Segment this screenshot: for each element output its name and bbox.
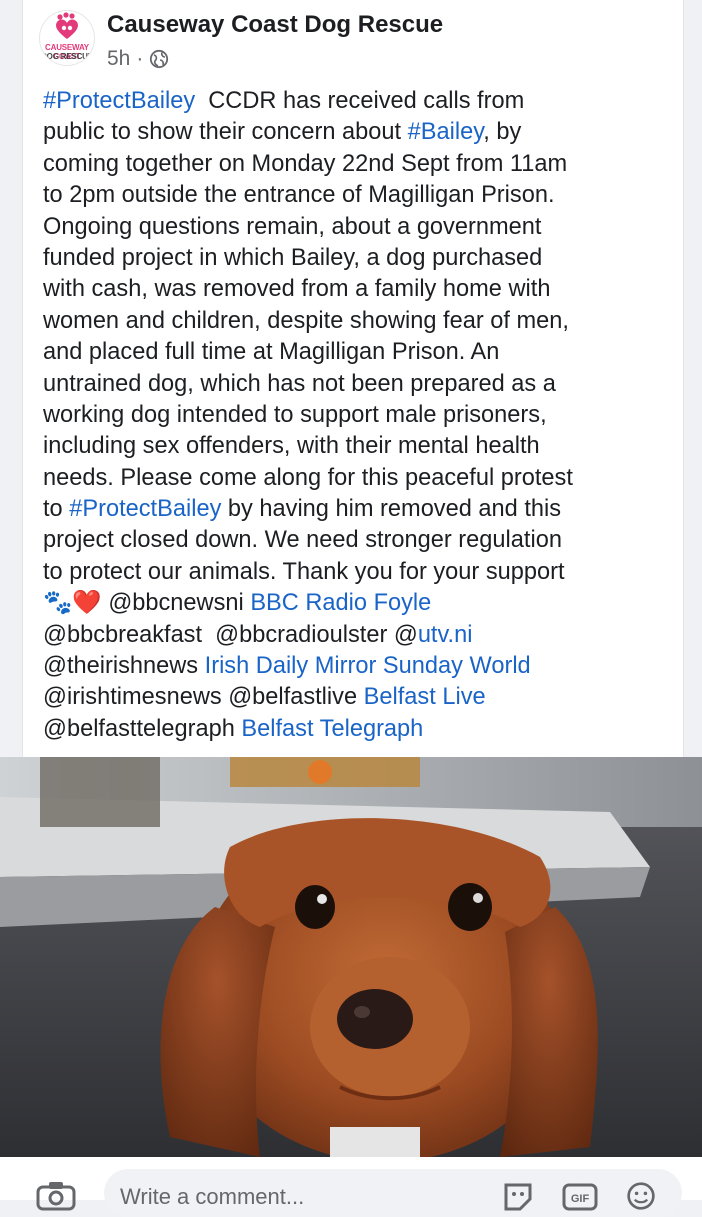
hashtag-link[interactable]: #ProtectBailey <box>69 496 221 522</box>
hashtag-link[interactable]: #ProtectBailey <box>43 88 195 114</box>
emoji-icon[interactable] <box>624 1181 658 1211</box>
mention-text: @irishtimesnews @belfastlive <box>43 684 364 711</box>
post-line: project closed down. We need stronger re… <box>43 527 562 554</box>
page-tag-link[interactable]: Belfast Live <box>364 684 486 710</box>
post-line: to protect our animals. Thank you for yo… <box>43 558 565 585</box>
post-line: and placed full time at Magilligan Priso… <box>43 339 500 366</box>
post-line: @belfasttelegraph Belfast Telegraph <box>43 714 679 745</box>
sticker-icon[interactable] <box>502 1181 534 1211</box>
comment-placeholder: Write a comment... <box>120 1184 305 1209</box>
post-line: working dog intended to support male pri… <box>43 401 547 428</box>
post-line: to #ProtectBailey by having him removed … <box>43 494 679 525</box>
mention-text: @belfasttelegraph <box>43 715 242 742</box>
post-line: untrained dog, which has not been prepar… <box>43 370 556 397</box>
post-line: with cash, was removed from a family hom… <box>43 276 551 303</box>
post-line: needs. Please come along for this peacef… <box>43 464 573 491</box>
post-line: to 2pm outside the entrance of Magilliga… <box>43 182 555 209</box>
post-body: #ProtectBailey CCDR has received calls f… <box>43 86 679 745</box>
svg-text:GIF: GIF <box>571 1193 590 1205</box>
dog-photo-image <box>0 757 702 1157</box>
post-line: @irishtimesnews @belfastlive Belfast Liv… <box>43 682 679 713</box>
page-tag-link[interactable]: Irish Daily Mirror Sunday World <box>205 653 531 679</box>
post-line: including sex offenders, with their ment… <box>43 433 540 460</box>
meta-separator: · <box>136 47 144 70</box>
post-line: funded project in which Bailey, a dog pu… <box>43 244 543 271</box>
mention-text: @bbcbreakfast @bbcradioulster @ <box>43 621 418 648</box>
camera-icon[interactable] <box>36 1181 76 1211</box>
post-meta: 5h · <box>107 47 169 71</box>
hashtag-link[interactable]: #Bailey <box>408 119 484 145</box>
page-tag-link[interactable]: Belfast Telegraph <box>241 716 423 742</box>
page-name-link[interactable]: Causeway Coast Dog Rescue <box>107 11 443 39</box>
post-line: 🐾❤️ @bbcnewsni BBC Radio Foyle <box>43 588 679 619</box>
logo-text-line2: DOG RESCUE <box>41 52 93 61</box>
post-line: @bbcbreakfast @bbcradioulster @utv.ni <box>43 620 679 651</box>
paw-heart-logo-icon <box>56 12 78 39</box>
post-text-segment: to <box>43 496 70 523</box>
post-line: public to show their concern about #Bail… <box>43 117 679 148</box>
paw-heart-emoji: 🐾❤️ <box>43 590 102 617</box>
post-photo[interactable] <box>0 757 702 1157</box>
post-line: @theirishnews Irish Daily Mirror Sunday … <box>43 651 679 682</box>
post-text-segment: public to show their concern about <box>43 119 408 146</box>
post-time[interactable]: 5h <box>107 47 130 71</box>
mention-text: @bbcnewsni <box>101 590 251 617</box>
page-tag-link[interactable]: utv.ni <box>418 622 473 648</box>
post-line: #ProtectBailey CCDR has received calls f… <box>43 86 679 117</box>
globe-icon[interactable] <box>149 49 169 69</box>
gif-icon[interactable]: GIF <box>562 1181 598 1211</box>
post-card: CAUSEWAY COAST DOG RESCUE Causeway Coast… <box>22 0 684 760</box>
post-text-segment: , by <box>483 119 522 146</box>
page-tag-link[interactable]: BBC Radio Foyle <box>250 590 431 616</box>
comment-bar: Write a comment... GIF <box>0 1157 702 1217</box>
post-text-segment: by having him removed and this <box>221 496 562 523</box>
post-line: women and children, despite showing fear… <box>43 307 569 334</box>
mention-text: @theirishnews <box>43 653 205 680</box>
post-text-segment: CCDR has received calls from <box>195 88 525 114</box>
post-line: coming together on Monday 22nd Sept from… <box>43 150 568 177</box>
post-line: Ongoing questions remain, about a govern… <box>43 213 542 240</box>
page-avatar[interactable]: CAUSEWAY COAST DOG RESCUE <box>39 10 95 66</box>
